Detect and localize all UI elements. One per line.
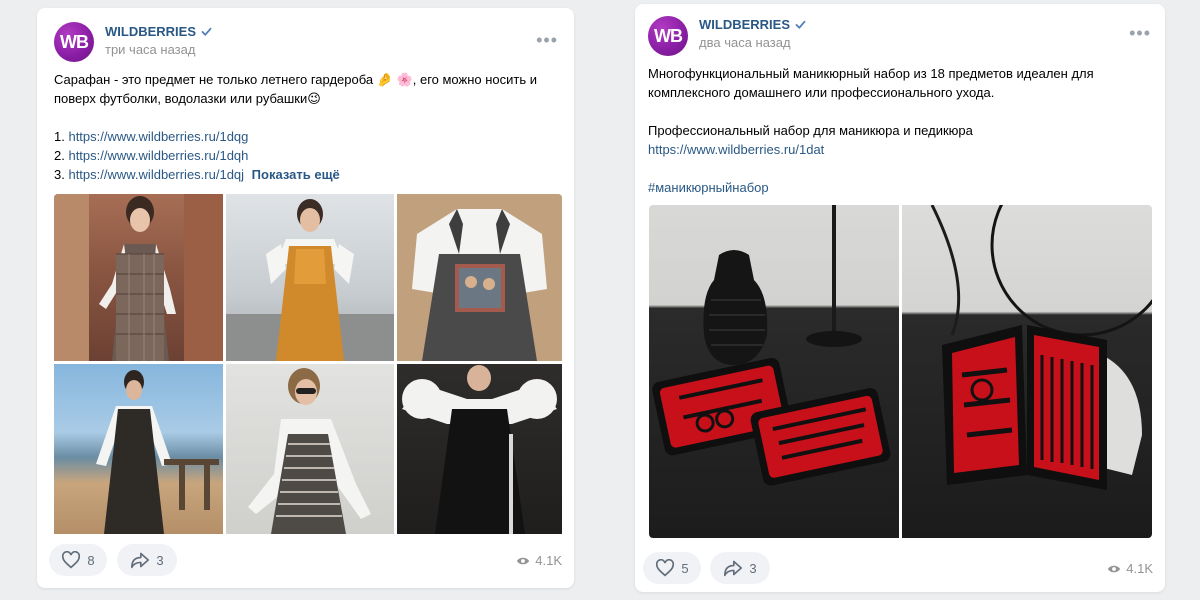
share-button[interactable]: 3 xyxy=(710,552,770,584)
like-count: 5 xyxy=(681,560,689,576)
post-link[interactable]: https://www.wildberries.ru/1dat xyxy=(648,140,1158,159)
like-button[interactable]: 5 xyxy=(643,552,701,584)
share-count: 3 xyxy=(156,552,164,568)
photo-gallery xyxy=(649,205,1152,538)
share-button[interactable]: 3 xyxy=(117,544,177,576)
verified-check-icon xyxy=(795,20,806,29)
avatar[interactable]: WB xyxy=(54,22,94,62)
author-name[interactable]: WILDBERRIES xyxy=(699,17,807,32)
author-name[interactable]: WILDBERRIES xyxy=(105,24,213,39)
post-link[interactable]: https://www.wildberries.ru/1dqj xyxy=(68,167,244,182)
post-link[interactable]: https://www.wildberries.ru/1dqh xyxy=(68,148,248,163)
avatar[interactable]: WB xyxy=(648,16,688,56)
heart-icon xyxy=(62,551,81,569)
author-label: WILDBERRIES xyxy=(105,24,196,39)
views-count: 4.1K xyxy=(535,553,562,568)
link-number: 1. xyxy=(54,129,65,144)
post-text-line: комплексного домашнего или профессиональ… xyxy=(648,85,995,100)
link-number: 2. xyxy=(54,148,65,163)
photo-dress-pinafore[interactable] xyxy=(397,194,562,361)
eye-icon xyxy=(1108,565,1121,572)
hand-emoji-icon: 🤌 xyxy=(376,72,393,87)
hashtag-link[interactable]: #маникюрныйнабор xyxy=(648,178,1158,197)
post-time[interactable]: три часа назад xyxy=(105,42,195,57)
share-arrow-icon xyxy=(131,552,150,569)
post-text-line: , его можно носить и xyxy=(412,72,537,87)
post-text-line: Сарафан - это предмет не только летнего … xyxy=(54,72,374,87)
photo-gallery xyxy=(54,194,562,540)
post-text: Многофункциональный маникюрный набор из … xyxy=(648,64,1158,197)
author-label: WILDBERRIES xyxy=(699,17,790,32)
show-more-button[interactable]: Показать ещё xyxy=(252,167,340,182)
heart-icon xyxy=(656,559,675,577)
views-counter: 4.1K xyxy=(516,553,562,568)
views-count: 4.1K xyxy=(1126,561,1153,576)
photo-dress-orange[interactable] xyxy=(226,194,394,361)
post-card: WB WILDBERRIES два часа назад ••• Многоф… xyxy=(635,4,1165,592)
like-count: 8 xyxy=(87,552,95,568)
post-text-line: Профессиональный набор для маникюра и пе… xyxy=(648,123,973,138)
link-number: 3. xyxy=(54,167,65,182)
post-link[interactable]: https://www.wildberries.ru/1dqg xyxy=(68,129,248,144)
eye-icon xyxy=(517,557,530,564)
photo-dress-beach[interactable] xyxy=(54,364,223,534)
share-arrow-icon xyxy=(724,560,743,577)
photo-manicure-set-open[interactable] xyxy=(649,205,899,538)
more-dots-icon[interactable]: ••• xyxy=(1129,23,1151,44)
flower-emoji-icon: 🌸 xyxy=(396,72,413,87)
photo-dress-black[interactable] xyxy=(397,364,562,534)
post-text-line: поверх футболки, водолазки или рубашки xyxy=(54,91,308,106)
post-text-line: Многофункциональный маникюрный набор из … xyxy=(648,66,1094,81)
like-button[interactable]: 8 xyxy=(49,544,107,576)
more-dots-icon[interactable]: ••• xyxy=(536,30,558,51)
photo-dress-plaid[interactable] xyxy=(54,194,223,361)
post-card: WB WILDBERRIES три часа назад ••• Сарафа… xyxy=(37,8,574,588)
post-time[interactable]: два часа назад xyxy=(699,35,791,50)
views-counter: 4.1K xyxy=(1107,561,1153,576)
post-text: Сарафан - это предмет не только летнего … xyxy=(54,70,564,184)
photo-dress-striped[interactable] xyxy=(226,364,394,534)
wink-emoji-icon: 😉 xyxy=(307,91,321,106)
photo-manicure-set-standing[interactable] xyxy=(902,205,1152,538)
verified-check-icon xyxy=(201,27,212,36)
share-count: 3 xyxy=(749,560,757,576)
